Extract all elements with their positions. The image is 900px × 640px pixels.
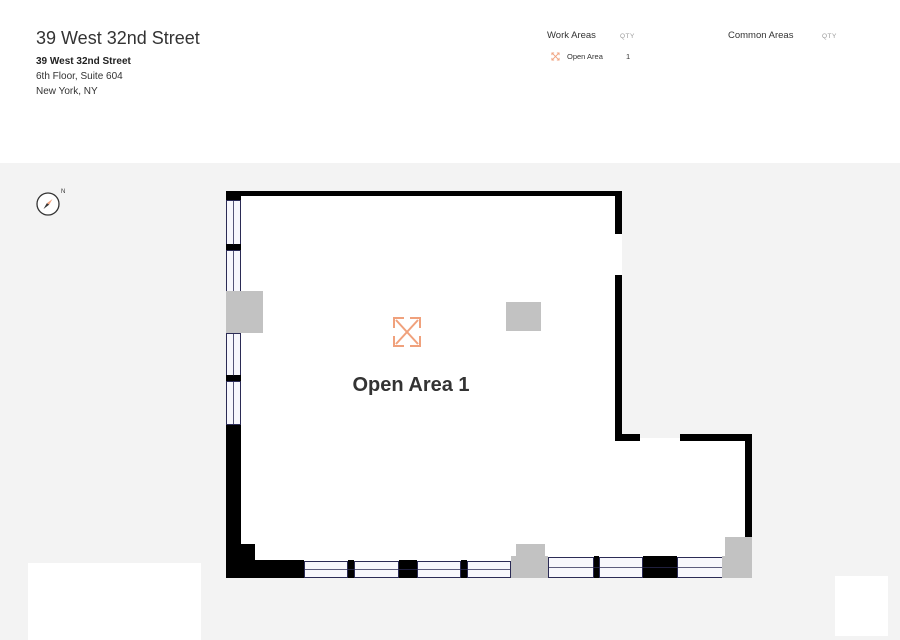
room-label[interactable]: Open Area 1: [352, 374, 469, 396]
room-floor[interactable]: [226, 192, 752, 578]
floorplan-svg: Open Area 1: [226, 191, 752, 578]
overlay-panel-right: [835, 576, 888, 636]
overlay-panel-left: [28, 563, 201, 640]
